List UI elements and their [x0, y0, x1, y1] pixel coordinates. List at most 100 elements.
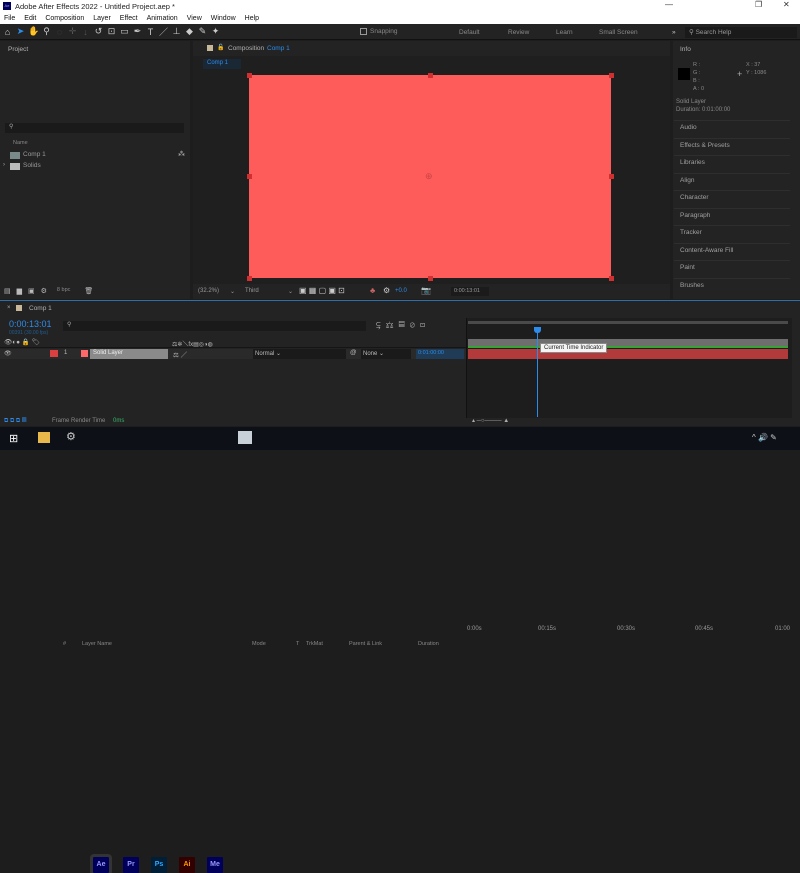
zoom-select[interactable]: (32.2%): [198, 288, 219, 294]
snapping-checkbox[interactable]: [360, 28, 367, 35]
pen-tool-icon[interactable]: ✒: [132, 26, 143, 37]
panel-tracker[interactable]: Tracker: [680, 229, 702, 236]
lock-icon[interactable]: 🔓: [217, 44, 224, 51]
roto-brush-icon[interactable]: ✎: [197, 26, 208, 37]
menu-edit[interactable]: Edit: [24, 15, 36, 22]
exposure-value[interactable]: +0.0: [395, 288, 407, 294]
home-icon[interactable]: ⌂: [2, 27, 13, 37]
eraser-tool-icon[interactable]: ◆: [184, 26, 195, 37]
project-settings-icon[interactable]: ⚙: [41, 287, 47, 295]
view-toggles-icon[interactable]: ▣ ▦ ▢ ▣ ⊡: [299, 286, 345, 295]
transform-handle[interactable]: [428, 276, 433, 281]
transform-handle[interactable]: [609, 73, 614, 78]
flowchart-icon[interactable]: ⁂: [178, 150, 185, 158]
trkmat-select[interactable]: [292, 349, 346, 359]
taskbar-premiere[interactable]: Pr: [123, 857, 139, 873]
close-tab-icon[interactable]: ×: [7, 305, 11, 311]
resolution-select[interactable]: Third: [245, 288, 259, 294]
shy-switch-icon[interactable]: ⚖ ／: [173, 349, 187, 359]
zoom-slider[interactable]: ▴ ─○──── ▲: [472, 417, 509, 424]
orbit-tool-icon[interactable]: ◌: [54, 27, 65, 37]
time-navigator[interactable]: [468, 321, 788, 324]
timeline-switches-icon[interactable]: ⥹⚖▤⊘⊡: [376, 320, 430, 330]
menu-help[interactable]: Help: [245, 15, 259, 22]
pan-tool-icon[interactable]: ✛: [67, 26, 78, 37]
layer-name-field[interactable]: Solid Layer: [90, 349, 168, 359]
file-explorer-icon[interactable]: [38, 432, 50, 443]
panel-effects-presets[interactable]: Effects & Presets: [680, 142, 730, 149]
pickwhip-icon[interactable]: @: [350, 349, 357, 356]
panel-audio[interactable]: Audio: [680, 124, 697, 131]
panel-brushes[interactable]: Brushes: [680, 282, 704, 289]
settings-icon[interactable]: ⚙: [66, 430, 76, 443]
menu-layer[interactable]: Layer: [93, 15, 111, 22]
workspace-review[interactable]: Review: [508, 29, 529, 36]
menu-composition[interactable]: Composition: [45, 15, 84, 22]
dolly-tool-icon[interactable]: ↓: [80, 27, 91, 37]
panel-paragraph[interactable]: Paragraph: [680, 212, 710, 219]
trash-icon[interactable]: 🗑: [84, 287, 93, 295]
transform-handle[interactable]: [428, 73, 433, 78]
snapshot-camera-icon[interactable]: 📷: [421, 286, 431, 295]
minimize-button[interactable]: —: [665, 0, 673, 9]
workspace-learn[interactable]: Learn: [556, 29, 573, 36]
layer-row[interactable]: 👁 1 Solid Layer ⚖ ／ Normal ⌄ @ None ⌄ 0:…: [0, 349, 466, 359]
taskbar-media-encoder[interactable]: Me: [207, 857, 223, 873]
project-search-input[interactable]: ⚲: [5, 123, 184, 133]
clone-stamp-icon[interactable]: ⊥: [171, 26, 182, 37]
comp-tab[interactable]: Comp 1: [203, 59, 241, 69]
project-item-comp[interactable]: Comp 1 ⁂: [10, 151, 185, 161]
panel-paint[interactable]: Paint: [680, 264, 695, 271]
zoom-tool-icon[interactable]: ⚲: [41, 26, 52, 37]
composition-panel-comp-name[interactable]: Comp 1: [267, 45, 290, 52]
anchor-point-icon[interactable]: ⊕: [425, 171, 433, 182]
parent-select[interactable]: None ⌄: [361, 349, 411, 359]
rectangle-tool-icon[interactable]: ▭: [119, 26, 130, 37]
timeline-footer-toggles-icon[interactable]: ⧉ ⧉ ⧉ ▤: [4, 418, 26, 425]
transform-handle[interactable]: [609, 276, 614, 281]
system-tray-icons[interactable]: ^ 🔊 ✎: [752, 433, 777, 442]
transform-handle[interactable]: [247, 174, 252, 179]
more-workspaces-button[interactable]: »: [672, 29, 676, 36]
brush-tool-icon[interactable]: ／: [158, 25, 169, 38]
viewer-timecode[interactable]: 0:00:13:01: [451, 287, 489, 296]
duration-value[interactable]: 0:01:00:00: [416, 349, 464, 359]
time-graph[interactable]: [466, 318, 792, 418]
bpc-button[interactable]: 8 bpc: [57, 287, 70, 295]
restore-button[interactable]: ❐: [755, 0, 762, 9]
panel-libraries[interactable]: Libraries: [680, 159, 705, 166]
taskbar-photoshop[interactable]: Ps: [151, 857, 167, 873]
windows-start-icon[interactable]: ⊞: [9, 432, 18, 445]
menu-animation[interactable]: Animation: [147, 15, 178, 22]
layer-duration-bar[interactable]: [468, 349, 788, 359]
type-tool-icon[interactable]: T: [145, 27, 156, 37]
panel-character[interactable]: Character: [680, 194, 709, 201]
color-channels-icon[interactable]: ♣: [370, 286, 375, 295]
col-layer-name[interactable]: Layer Name: [82, 641, 112, 647]
rotate-tool-icon[interactable]: ↺: [93, 26, 104, 37]
transform-handle[interactable]: [609, 174, 614, 179]
taskbar-illustrator[interactable]: Ai: [179, 857, 195, 873]
selection-tool-icon[interactable]: ➤: [15, 26, 26, 37]
search-help-input[interactable]: ⚲ Search Help: [685, 27, 797, 38]
menu-window[interactable]: Window: [211, 15, 236, 22]
current-time-indicator[interactable]: [534, 327, 542, 417]
visibility-eye-icon[interactable]: 👁: [4, 350, 12, 357]
label-color-swatch[interactable]: [50, 350, 58, 357]
close-button[interactable]: ✕: [783, 0, 790, 9]
transform-handle[interactable]: [247, 73, 252, 78]
timeline-tab[interactable]: Comp 1: [29, 305, 52, 312]
mode-select[interactable]: Normal ⌄: [253, 349, 293, 359]
anchor-tool-icon[interactable]: ⊡: [106, 26, 117, 37]
exposure-icon[interactable]: ⚙: [383, 286, 390, 295]
workspace-small-screen[interactable]: Small Screen: [599, 29, 638, 36]
name-column-header[interactable]: Name: [13, 140, 28, 146]
current-time-display[interactable]: 0:00:13:01: [9, 319, 52, 329]
project-item-solids[interactable]: › Solids: [3, 162, 178, 172]
menu-effect[interactable]: Effect: [120, 15, 138, 22]
work-area-bar[interactable]: [468, 339, 788, 346]
expand-arrow-icon[interactable]: ›: [3, 162, 5, 168]
new-folder-icon[interactable]: ▆: [17, 287, 22, 295]
layer-search-input[interactable]: ⚲: [63, 321, 366, 331]
panel-align[interactable]: Align: [680, 177, 694, 184]
